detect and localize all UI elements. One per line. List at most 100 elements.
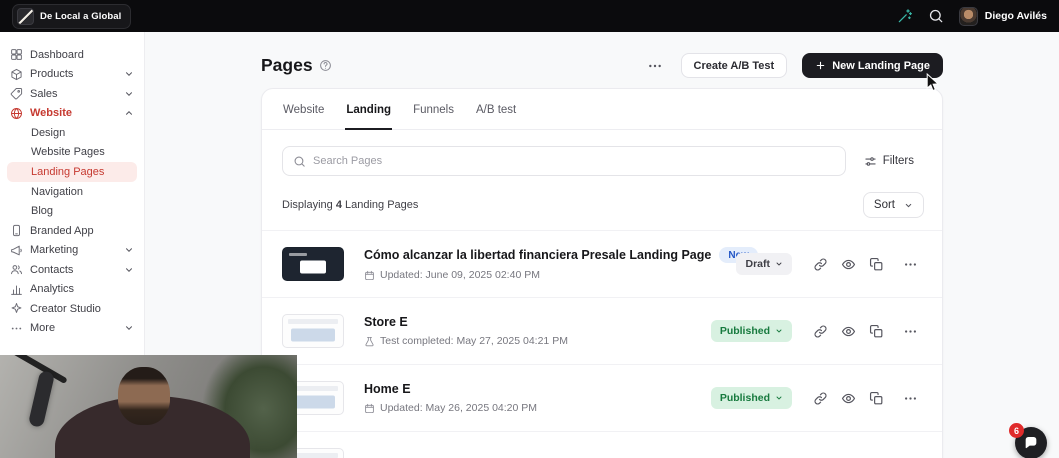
search-icon bbox=[293, 155, 306, 168]
table-row[interactable]: Store E Test completed: May 27, 2025 04:… bbox=[262, 297, 942, 364]
link-icon bbox=[813, 257, 828, 272]
duplicate-icon bbox=[869, 324, 884, 339]
table-row[interactable]: Cómo alcanzar la libertad financiera Pre… bbox=[262, 230, 942, 297]
chevron-down-icon bbox=[124, 69, 134, 79]
table-row[interactable]: Home E Updated: May 26, 2025 04:20 PM Pu… bbox=[262, 364, 942, 431]
sidebar-item-dashboard[interactable]: Dashboard bbox=[0, 45, 144, 65]
avatar bbox=[958, 6, 978, 26]
sidebar-label: Branded App bbox=[30, 224, 94, 237]
mobile-icon bbox=[10, 224, 23, 237]
sparkle-icon bbox=[10, 302, 23, 315]
sidebar-item-marketing[interactable]: Marketing bbox=[0, 241, 144, 261]
page-title-text: Home E bbox=[364, 382, 411, 396]
sidebar-item-creator-studio[interactable]: Creator Studio bbox=[0, 299, 144, 319]
sidebar-item-contacts[interactable]: Contacts bbox=[0, 260, 144, 280]
sidebar-item-website[interactable]: Website bbox=[0, 104, 144, 124]
eye-icon bbox=[841, 257, 856, 272]
page-meta: Updated: June 09, 2025 02:40 PM bbox=[364, 269, 736, 281]
person-head bbox=[118, 367, 170, 425]
page-thumbnail bbox=[282, 247, 344, 281]
magic-wand-button[interactable] bbox=[897, 8, 913, 24]
page-header: Pages Create A/B Test New Landing Page bbox=[261, 53, 943, 78]
search-input[interactable] bbox=[313, 155, 835, 167]
mouse-cursor bbox=[926, 73, 940, 92]
copy-link-button[interactable] bbox=[806, 384, 834, 412]
chat-bubble-icon bbox=[1023, 435, 1039, 451]
tab-landing[interactable]: Landing bbox=[345, 89, 393, 130]
create-ab-test-button[interactable]: Create A/B Test bbox=[680, 53, 788, 78]
tab-bar: Website Landing Funnels A/B test bbox=[262, 89, 942, 130]
box-icon bbox=[10, 68, 23, 81]
chevron-up-icon bbox=[124, 108, 134, 118]
chevron-down-icon bbox=[775, 260, 783, 268]
sidebar-item-analytics[interactable]: Analytics bbox=[0, 280, 144, 300]
table-row-partial[interactable] bbox=[262, 431, 942, 458]
status-dropdown[interactable]: Draft bbox=[736, 253, 792, 275]
calendar-icon bbox=[364, 403, 375, 414]
page-meta: Updated: May 26, 2025 04:20 PM bbox=[364, 402, 711, 414]
sidebar-item-sales[interactable]: Sales bbox=[0, 84, 144, 104]
link-icon bbox=[813, 324, 828, 339]
sidebar-label: Marketing bbox=[30, 244, 79, 257]
kebab-icon bbox=[903, 324, 918, 339]
sidebar-label: Website bbox=[30, 107, 72, 120]
search-icon[interactable] bbox=[928, 8, 944, 24]
sort-dropdown[interactable]: Sort bbox=[862, 192, 924, 218]
tag-icon bbox=[10, 87, 23, 100]
user-menu[interactable]: Diego Avilés bbox=[958, 6, 1047, 26]
sidebar-item-design[interactable]: Design bbox=[0, 123, 144, 143]
help-icon[interactable] bbox=[319, 59, 332, 72]
row-menu-button[interactable] bbox=[896, 384, 924, 412]
workspace-switcher[interactable]: De Local a Global bbox=[12, 3, 132, 29]
sidebar-item-blog[interactable]: Blog bbox=[0, 202, 144, 222]
app-window: De Local a Global Diego Avilés Dashboard… bbox=[0, 0, 1059, 458]
duplicate-icon bbox=[869, 391, 884, 406]
duplicate-icon bbox=[869, 257, 884, 272]
kebab-icon bbox=[903, 257, 918, 272]
page-title-text: Cómo alcanzar la libertad financiera Pre… bbox=[364, 248, 712, 262]
filters-button[interactable]: Filters bbox=[854, 146, 924, 176]
row-menu-button[interactable] bbox=[896, 317, 924, 345]
status-dropdown[interactable]: Published bbox=[710, 387, 792, 409]
tab-funnels[interactable]: Funnels bbox=[412, 89, 455, 130]
new-landing-page-button[interactable]: New Landing Page bbox=[802, 53, 943, 78]
filter-sliders-icon bbox=[864, 155, 877, 168]
page-thumbnail bbox=[282, 314, 344, 348]
plus-icon bbox=[815, 60, 826, 71]
webcam-overlay bbox=[0, 355, 297, 458]
sidebar-item-navigation[interactable]: Navigation bbox=[0, 182, 144, 202]
duplicate-button[interactable] bbox=[862, 250, 890, 278]
globe-icon bbox=[10, 107, 23, 120]
flask-icon bbox=[364, 336, 375, 347]
sidebar-item-website-pages[interactable]: Website Pages bbox=[0, 143, 144, 163]
tab-website[interactable]: Website bbox=[282, 89, 325, 130]
workspace-logo-icon bbox=[17, 7, 34, 25]
sidebar-item-more[interactable]: More bbox=[0, 319, 144, 339]
sidebar-item-products[interactable]: Products bbox=[0, 65, 144, 85]
sidebar-item-branded-app[interactable]: Branded App bbox=[0, 221, 144, 241]
page-options-menu-button[interactable] bbox=[644, 58, 666, 74]
sidebar-label: Landing Pages bbox=[31, 166, 105, 178]
copy-link-button[interactable] bbox=[806, 317, 834, 345]
row-menu-button[interactable] bbox=[896, 250, 924, 278]
link-icon bbox=[813, 391, 828, 406]
sidebar-label: Products bbox=[30, 68, 74, 81]
topbar: De Local a Global Diego Avilés bbox=[0, 0, 1059, 32]
sidebar-label: Contacts bbox=[30, 263, 74, 276]
tab-ab-test[interactable]: A/B test bbox=[475, 89, 517, 130]
chat-launcher-button[interactable]: 6 bbox=[1009, 423, 1047, 458]
chevron-down-icon bbox=[775, 394, 783, 402]
preview-button[interactable] bbox=[834, 250, 862, 278]
sidebar-label: Analytics bbox=[30, 283, 75, 296]
workspace-name: De Local a Global bbox=[40, 10, 122, 22]
sidebar-label: Navigation bbox=[31, 185, 83, 198]
status-dropdown[interactable]: Published bbox=[710, 320, 792, 342]
sidebar-label: Sales bbox=[30, 87, 58, 100]
sidebar-item-landing-pages[interactable]: Landing Pages bbox=[7, 162, 137, 182]
duplicate-button[interactable] bbox=[862, 317, 890, 345]
copy-link-button[interactable] bbox=[806, 250, 834, 278]
duplicate-button[interactable] bbox=[862, 384, 890, 412]
preview-button[interactable] bbox=[834, 317, 862, 345]
preview-button[interactable] bbox=[834, 384, 862, 412]
ellipsis-icon bbox=[10, 322, 23, 335]
